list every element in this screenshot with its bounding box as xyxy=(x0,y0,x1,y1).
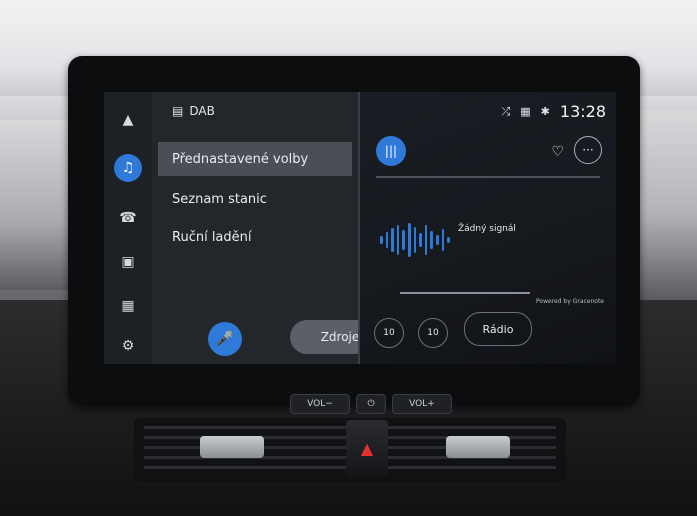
skip-back-label: 10 xyxy=(383,328,395,338)
navigation-icon[interactable]: ▲ xyxy=(114,106,142,134)
menu-item-presets[interactable]: Přednastavené volby xyxy=(158,142,352,176)
skip-forward-button[interactable]: 10 xyxy=(418,318,448,348)
skip-back-button[interactable]: 10 xyxy=(374,318,404,348)
menu-item-label: Seznam stanic xyxy=(172,191,267,207)
seek-bar[interactable] xyxy=(400,292,530,294)
source-label: DAB xyxy=(189,104,215,118)
header-divider xyxy=(376,176,600,178)
menu-item-station-list[interactable]: Seznam stanic xyxy=(158,182,352,216)
now-playing-panel: ⤮ ▦ ✱ 13:28 ||| ♡ ··· Žádný signál Power… xyxy=(360,92,616,364)
source-header: ▤ DAB xyxy=(172,104,215,118)
bluetooth-icon: ✱ xyxy=(540,105,550,118)
shuffle-icon: ⤮ xyxy=(501,104,511,118)
settings-icon[interactable]: ⚙ xyxy=(114,332,142,360)
infotainment-screen: ▲ ♫ ☎ ▣ ▦ ⚙ ▤ DAB Přednastavené volby Se… xyxy=(104,92,616,364)
volume-down-label: VOL− xyxy=(307,399,333,409)
voice-button[interactable]: 🎤 xyxy=(208,322,242,356)
volume-down-button[interactable]: VOL− xyxy=(290,394,350,414)
music-icon[interactable]: ♫ xyxy=(114,154,142,182)
skip-forward-label: 10 xyxy=(427,328,439,338)
clock: 13:28 xyxy=(559,102,606,121)
hazard-button[interactable]: ▲ xyxy=(346,420,388,476)
sidebar: ▲ ♫ ☎ ▣ ▦ ⚙ xyxy=(104,92,152,364)
radio-icon: ▤ xyxy=(172,104,184,118)
status-bar: ⤮ ▦ ✱ 13:28 xyxy=(501,102,606,121)
volume-up-button[interactable]: VOL+ xyxy=(392,394,452,414)
apps-icon[interactable]: ▦ xyxy=(114,292,142,320)
car-icon[interactable]: ▣ xyxy=(114,248,142,276)
powered-by: Powered by Gracenote xyxy=(536,298,604,305)
vent-knob-right[interactable] xyxy=(446,436,510,458)
hazard-icon: ▲ xyxy=(360,438,374,458)
favorite-icon[interactable]: ♡ xyxy=(551,144,564,160)
volume-up-label: VOL+ xyxy=(409,399,435,409)
audio-wave-icon xyxy=(380,222,450,258)
source-panel: ▤ DAB Přednastavené volby Seznam stanic … xyxy=(152,92,390,364)
sources-button-label: Zdroje xyxy=(320,330,360,344)
microphone-icon: 🎤 xyxy=(216,331,234,347)
radio-button[interactable]: Rádio xyxy=(464,312,532,346)
vent-knob-left[interactable] xyxy=(200,436,264,458)
menu-item-manual-tuning[interactable]: Ruční ladění xyxy=(158,220,352,254)
hardware-buttons: VOL− ⏻ VOL+ xyxy=(290,394,452,414)
menu-item-label: Ruční ladění xyxy=(172,229,252,245)
menu-item-label: Přednastavené volby xyxy=(172,151,309,167)
phone-icon[interactable]: ☎ xyxy=(114,204,142,232)
station-logo-icon: ||| xyxy=(376,136,406,166)
power-button[interactable]: ⏻ xyxy=(356,394,386,414)
power-icon: ⏻ xyxy=(367,399,375,409)
more-options-icon[interactable]: ··· xyxy=(574,136,602,164)
dab-signal-icon: ▦ xyxy=(520,105,531,118)
no-signal-text: Žádný signál xyxy=(458,224,516,234)
radio-button-label: Rádio xyxy=(482,322,514,336)
